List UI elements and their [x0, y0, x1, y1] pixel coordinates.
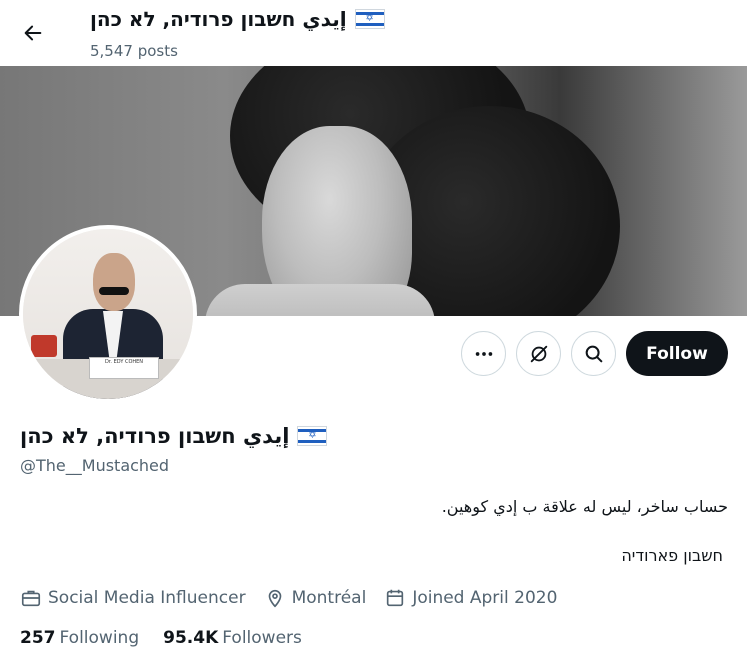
profile-meta: Social Media Influencer Montréal Joined … — [20, 587, 575, 609]
briefcase-icon — [21, 590, 41, 607]
profile-handle: @The__Mustached — [20, 456, 170, 475]
calendar-icon — [387, 589, 404, 607]
more-button[interactable] — [461, 331, 506, 376]
back-button[interactable] — [14, 14, 52, 52]
followers-label: Followers — [222, 628, 302, 648]
profile-name-row: إيدي חשבון פרודיה, לא כהן ✡ — [20, 424, 328, 448]
follow-button[interactable]: Follow — [626, 331, 728, 376]
profile-avatar[interactable]: Dr. EDY COHEN — [19, 225, 197, 403]
back-arrow-icon — [24, 25, 42, 41]
israel-flag-icon: ✡ — [354, 9, 385, 29]
top-bar: إيدي חשבון פרודיה, לא כהן ✡ 5,547 posts — [0, 0, 747, 66]
more-dots-icon — [475, 351, 492, 356]
following-label: Following — [59, 628, 140, 648]
avatar-name-plate: Dr. EDY COHEN — [89, 357, 159, 379]
meta-joined: Joined April 2020 — [384, 587, 557, 609]
meta-category: Social Media Influencer — [20, 587, 246, 609]
banner-hand-shape — [205, 284, 435, 316]
header-title: إيدي חשבון פרודיה, לא כהן — [90, 7, 347, 31]
location-pin-icon — [268, 589, 281, 608]
search-button[interactable] — [571, 331, 616, 376]
followers-link[interactable]: 95.4K Followers — [163, 628, 302, 648]
bio-line-1: حساب ساخر، ليس له علاقة ب إدي كوهين. — [441, 497, 728, 516]
search-icon — [585, 345, 602, 362]
israel-flag-icon: ✡ — [297, 426, 328, 446]
profile-stats: 257 Following 95.4K Followers — [20, 628, 302, 648]
posts-count: 5,547 posts — [90, 42, 178, 60]
header-title-row: إيدي חשבון פרודיה, לא כהן ✡ — [90, 7, 385, 31]
meta-location: Montréal — [264, 587, 367, 609]
following-link[interactable]: 257 Following — [20, 628, 139, 648]
bio-line-2: חשבון פארודיה — [621, 546, 723, 565]
meta-location-label: Montréal — [291, 588, 367, 608]
following-count: 257 — [20, 628, 56, 648]
profile-display-name: إيدي חשבון פרודיה, לא כהן — [20, 424, 290, 448]
followers-count: 95.4K — [163, 628, 219, 648]
grok-button[interactable] — [516, 331, 561, 376]
meta-category-label: Social Media Influencer — [48, 588, 246, 608]
meta-joined-label: Joined April 2020 — [412, 588, 558, 608]
grok-icon — [530, 345, 547, 362]
